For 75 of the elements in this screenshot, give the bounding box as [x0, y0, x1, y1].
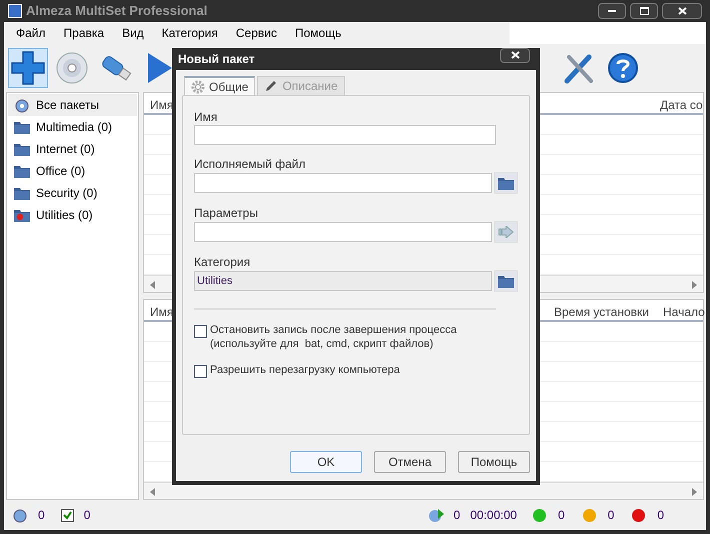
- field-label: Имя: [194, 109, 218, 125]
- menu-item[interactable]: Файл: [16, 24, 46, 42]
- column-header[interactable]: Дата со: [660, 96, 703, 114]
- sidebar-item[interactable]: Office (0): [8, 160, 137, 182]
- checkbox[interactable]: [194, 365, 207, 378]
- plus-icon: [10, 50, 46, 86]
- category-label: Office (0): [36, 163, 86, 180]
- input-field[interactable]: [194, 125, 496, 145]
- column-header[interactable]: Время установки: [554, 303, 649, 321]
- category-label: Все пакеты: [36, 97, 99, 114]
- dialog-button[interactable]: OK: [290, 451, 362, 473]
- dialog-button[interactable]: Отмена: [374, 451, 446, 473]
- folder-icon: [14, 208, 30, 222]
- menu-item[interactable]: Категория: [162, 24, 218, 42]
- folder-icon: [14, 164, 30, 178]
- folder-icon: [14, 142, 30, 156]
- toolbar-button[interactable]: [8, 48, 48, 88]
- packages-icon: [12, 507, 28, 523]
- checkbox-label: Разрешить перезагрузку компьютера: [210, 363, 400, 377]
- help-icon: [607, 52, 639, 84]
- disc-icon: [55, 51, 89, 85]
- category-label: Security (0): [36, 185, 98, 202]
- dialog-button[interactable]: Помощь: [458, 451, 530, 473]
- column-header[interactable]: Имя: [150, 96, 174, 114]
- status-count: 0: [454, 507, 460, 524]
- status-count: 0: [657, 507, 664, 524]
- close-icon: [678, 7, 686, 15]
- sidebar-item[interactable]: Multimedia (0): [8, 116, 137, 138]
- browse-button[interactable]: [494, 270, 518, 292]
- maximize-button[interactable]: [630, 3, 658, 19]
- packages-icon: [14, 97, 30, 113]
- input-field[interactable]: [194, 222, 492, 242]
- sidebar-item[interactable]: Utilities (0): [8, 204, 137, 226]
- status-count: 0: [608, 507, 614, 524]
- status-count: 0: [84, 507, 90, 524]
- play-icon: [146, 51, 174, 85]
- close-icon: [510, 51, 520, 59]
- category-label: Internet (0): [36, 141, 95, 158]
- checkbox[interactable]: [194, 325, 207, 338]
- field-label: Категория: [194, 254, 252, 270]
- field-label: Исполняемый файл: [194, 156, 306, 172]
- category-label: Utilities (0): [36, 207, 93, 224]
- menu-item[interactable]: Правка: [64, 24, 104, 42]
- folder-icon: [14, 186, 30, 200]
- elapsed-time: 00:00:00: [470, 507, 517, 524]
- menu-item[interactable]: Сервис: [236, 24, 277, 42]
- field-label: Параметры: [194, 205, 259, 221]
- input-field[interactable]: [194, 173, 492, 193]
- gear-icon: [191, 80, 205, 94]
- sidebar-item[interactable]: Internet (0): [8, 138, 137, 160]
- close-button[interactable]: [662, 3, 702, 19]
- input-field[interactable]: Utilities: [194, 271, 492, 291]
- close-button[interactable]: [500, 48, 530, 62]
- category-label: Multimedia (0): [36, 119, 112, 136]
- checkbox-icon: [60, 508, 74, 522]
- menu-item[interactable]: Вид: [122, 24, 144, 42]
- status-count: 0: [558, 507, 565, 524]
- browse-button[interactable]: [494, 172, 518, 194]
- window-title: Almeza MultiSet Professional: [26, 2, 208, 20]
- run-icon: [428, 507, 444, 523]
- folder-icon: [498, 274, 514, 288]
- app-icon: [8, 4, 22, 18]
- dialog-title: Новый пакет: [178, 51, 256, 68]
- menu-item[interactable]: Помощь: [294, 24, 342, 42]
- sidebar-item[interactable]: Security (0): [8, 182, 137, 204]
- minimize-button[interactable]: [598, 3, 626, 19]
- status-count: 0: [38, 507, 45, 524]
- sidebar-item[interactable]: Все пакеты: [8, 94, 137, 116]
- folder-icon: [14, 120, 30, 134]
- checkbox-label: Остановить запись после завершения процесса (используйте для bat, cmd, скрипт файлов): [210, 323, 457, 351]
- tab[interactable]: Общие: [184, 76, 256, 95]
- column-header[interactable]: Начало: [663, 303, 705, 321]
- column-header[interactable]: Имя: [150, 303, 174, 321]
- folder-icon: [498, 176, 514, 190]
- arrow-icon: [498, 226, 514, 238]
